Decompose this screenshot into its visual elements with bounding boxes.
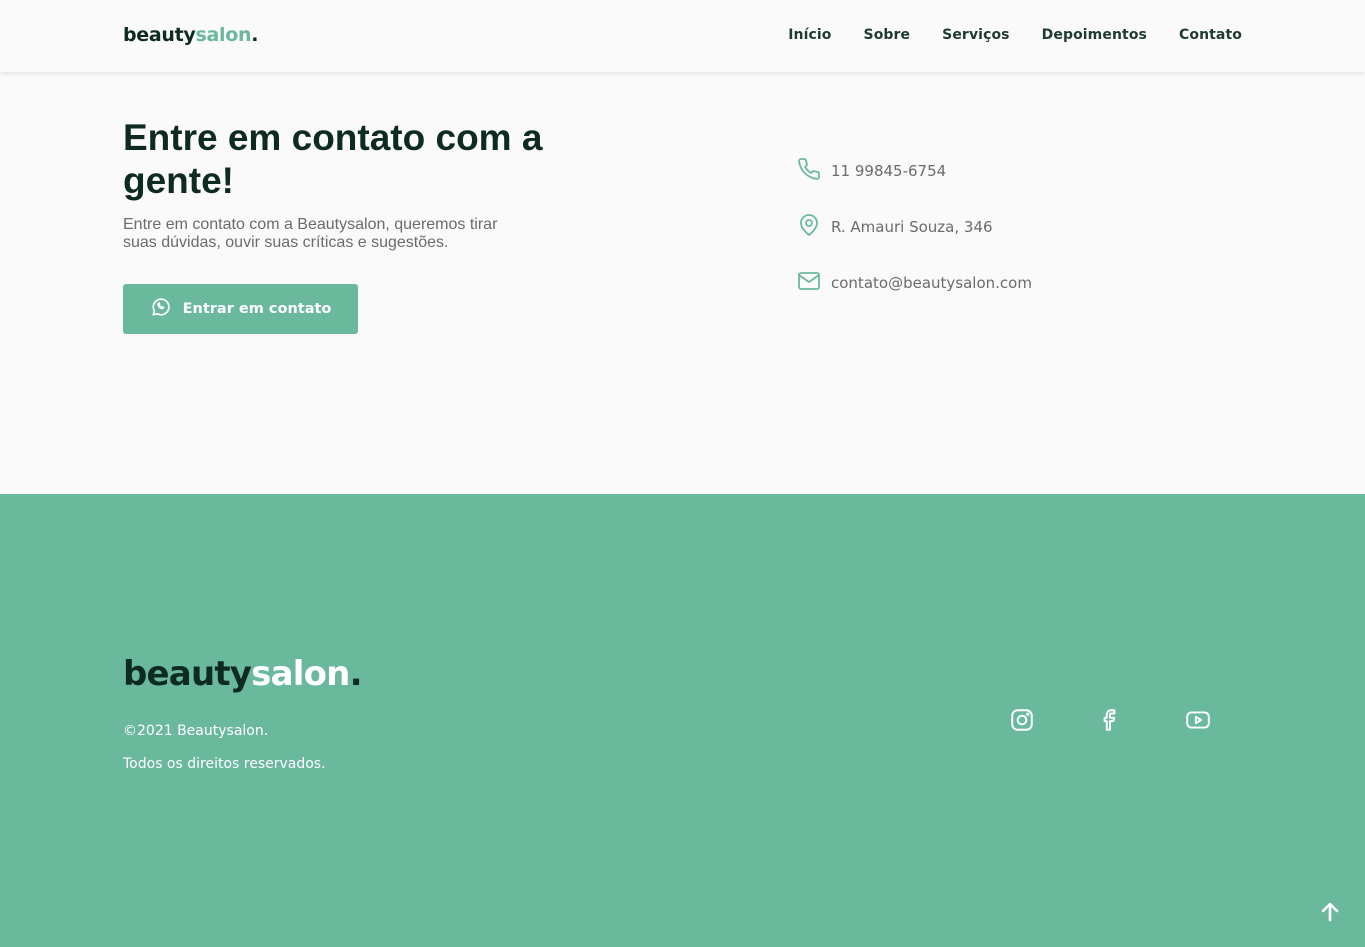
address-text: R. Amauri Souza, 346 xyxy=(831,218,993,236)
nav-item-depoimentos[interactable]: Depoimentos xyxy=(1042,27,1147,43)
map-pin-icon xyxy=(797,213,821,241)
nav-item-sobre[interactable]: Sobre xyxy=(864,27,911,43)
instagram-icon[interactable] xyxy=(1009,707,1035,733)
contact-cta-button[interactable]: Entrar em contato xyxy=(123,284,358,334)
footer-logo: beautysalon. xyxy=(123,654,363,694)
contact-description: Entre em contato com a Beautysalon, quer… xyxy=(123,216,498,251)
contact-cta-label: Entrar em contato xyxy=(182,301,332,317)
nav-item-servicos[interactable]: Serviços xyxy=(942,27,1009,43)
mail-icon xyxy=(797,269,821,297)
footer-copyright: ©2021 Beautysalon. xyxy=(123,723,269,739)
footer-logo-main: beauty xyxy=(123,654,252,694)
nav-item-contato[interactable]: Contato xyxy=(1179,27,1242,43)
header-logo[interactable]: beautysalon. xyxy=(123,24,258,46)
nav-item-inicio[interactable]: Início xyxy=(788,27,831,43)
arrow-up-icon[interactable] xyxy=(1318,900,1342,924)
contact-address[interactable]: R. Amauri Souza, 346 xyxy=(797,213,993,241)
main-nav: Início Sobre Serviços Depoimentos Contat… xyxy=(756,27,1242,43)
site-footer: beautysalon. ©2021 Beautysalon. Todos os… xyxy=(0,494,1365,947)
phone-text: 11 99845-6754 xyxy=(831,162,947,180)
facebook-icon[interactable] xyxy=(1097,707,1123,733)
contact-phone[interactable]: 11 99845-6754 xyxy=(797,157,946,185)
footer-rights: Todos os direitos reservados. xyxy=(123,756,326,772)
youtube-icon[interactable] xyxy=(1185,707,1211,733)
logo-accent: salon xyxy=(195,24,252,46)
footer-logo-dot: . xyxy=(349,654,363,694)
whatsapp-icon xyxy=(150,296,172,322)
logo-main: beauty xyxy=(123,24,196,46)
contact-email[interactable]: contato@beautysalon.com xyxy=(797,269,1032,297)
email-text: contato@beautysalon.com xyxy=(831,274,1032,292)
logo-dot: . xyxy=(251,24,259,46)
phone-icon xyxy=(797,157,821,185)
site-header: beautysalon. Início Sobre Serviços Depoi… xyxy=(0,0,1365,72)
footer-logo-accent: salon xyxy=(251,654,350,694)
contact-title: Entre em contato com a gente! xyxy=(123,117,543,201)
